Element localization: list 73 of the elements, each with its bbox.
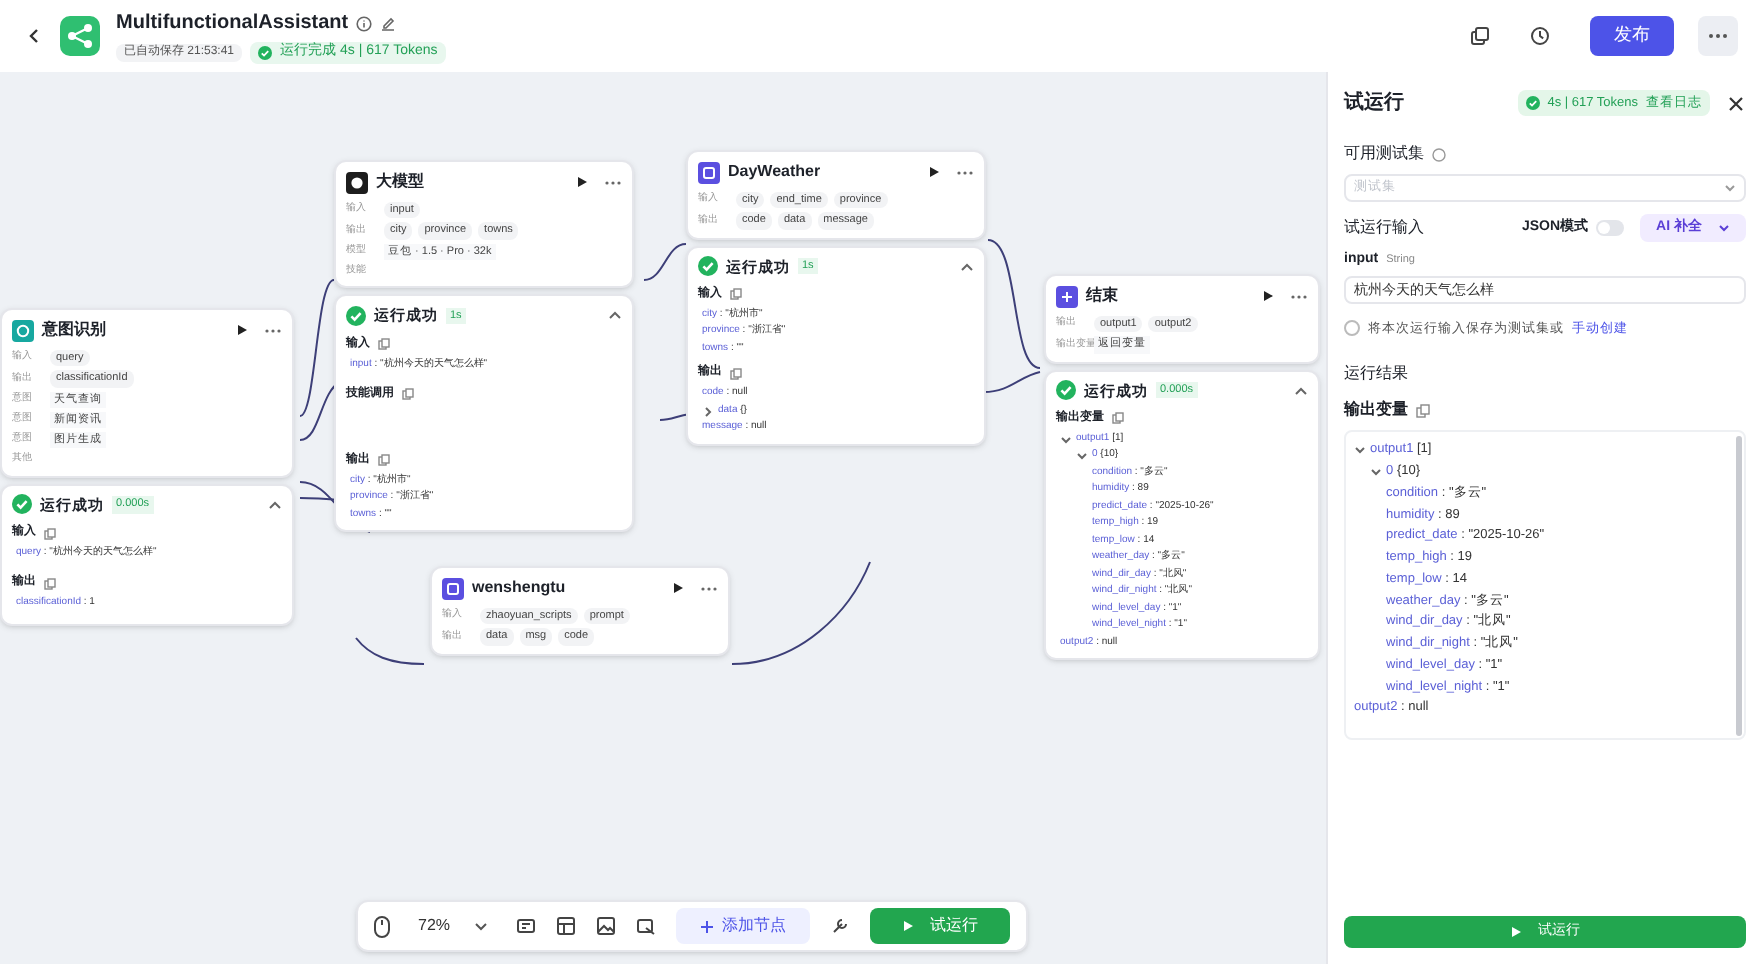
- more-icon[interactable]: [604, 179, 622, 185]
- connector-line: [659, 413, 691, 421]
- success-icon: [698, 256, 718, 277]
- back-icon[interactable]: [24, 26, 44, 46]
- play-icon[interactable]: [236, 324, 248, 336]
- zoom-dropdown[interactable]: 72%: [410, 914, 497, 938]
- success-icon: [12, 494, 32, 515]
- node-icon: [442, 577, 464, 599]
- scrollbar[interactable]: [1736, 436, 1742, 737]
- play-icon[interactable]: [576, 176, 588, 188]
- node-title: 大模型: [376, 170, 424, 194]
- info-icon: [356, 15, 373, 32]
- connector-line: [643, 243, 687, 281]
- success-icon: [1056, 380, 1076, 401]
- play-icon: [1510, 926, 1522, 938]
- section-heading: 可用测试集: [1344, 142, 1424, 166]
- tool-icon[interactable]: [516, 916, 537, 936]
- caret-icon: [474, 921, 489, 931]
- more-icon[interactable]: [956, 169, 974, 175]
- node-title: 意图识别: [42, 318, 106, 342]
- save-checkbox[interactable]: [1344, 320, 1360, 337]
- add-node-button[interactable]: 添加节点: [676, 908, 811, 944]
- more-icon[interactable]: [700, 585, 718, 591]
- caret-icon: [1724, 184, 1736, 192]
- connector-line: [355, 637, 425, 665]
- section-heading: 试运行输入: [1344, 216, 1424, 240]
- play-icon[interactable]: [1262, 290, 1274, 302]
- history-icon[interactable]: [1530, 26, 1550, 46]
- collapse-icon[interactable]: [960, 261, 974, 272]
- more-icon[interactable]: [1290, 293, 1308, 299]
- app-logo-icon: [60, 16, 100, 56]
- caret-icon: [1718, 224, 1730, 232]
- play-icon[interactable]: [672, 582, 684, 594]
- connector-line: [731, 561, 871, 665]
- collapse-icon[interactable]: [1294, 385, 1308, 396]
- edit-icon[interactable]: [380, 15, 397, 32]
- caret-icon[interactable]: [1370, 465, 1382, 478]
- node-icon: [12, 319, 34, 341]
- panel-title: 试运行: [1344, 89, 1404, 118]
- success-icon: [346, 305, 366, 326]
- tool-icon[interactable]: [636, 916, 657, 936]
- node-icon: [698, 161, 720, 183]
- section-heading: 运行结果: [1344, 362, 1410, 387]
- node-title: DayWeather: [728, 160, 821, 184]
- plus-icon: [700, 919, 715, 933]
- tool-icon[interactable]: [596, 916, 617, 936]
- section-heading: 输出变量: [1344, 398, 1408, 423]
- check-icon: [1525, 96, 1540, 110]
- node-title: 结束: [1086, 284, 1118, 308]
- app-title: MultifunctionalAssistant: [116, 10, 349, 39]
- collapse-icon[interactable]: [608, 310, 622, 321]
- json-mode-toggle[interactable]: [1596, 220, 1625, 236]
- check-icon: [258, 46, 273, 60]
- more-button[interactable]: [1698, 16, 1738, 56]
- play-icon[interactable]: [928, 166, 940, 178]
- copy-icon[interactable]: [1470, 26, 1490, 46]
- publish-button[interactable]: 发布: [1590, 16, 1674, 56]
- play-icon: [902, 920, 915, 932]
- node-icon: [1056, 285, 1078, 307]
- collapse-icon[interactable]: [268, 499, 282, 510]
- wrench-icon[interactable]: [830, 916, 851, 936]
- caret-icon[interactable]: [1060, 433, 1072, 445]
- more-icon: [1708, 32, 1728, 40]
- mouse-icon[interactable]: [374, 915, 390, 937]
- node-title: wenshengtu: [472, 576, 566, 600]
- caret-icon[interactable]: [1076, 450, 1088, 462]
- caret-icon[interactable]: [702, 405, 714, 417]
- caret-icon[interactable]: [1354, 444, 1366, 457]
- tool-icon[interactable]: [556, 916, 577, 936]
- node-icon: [346, 171, 368, 193]
- more-icon[interactable]: [264, 327, 282, 333]
- close-icon[interactable]: [1726, 93, 1746, 113]
- test-run-button[interactable]: 试运行: [870, 908, 1011, 944]
